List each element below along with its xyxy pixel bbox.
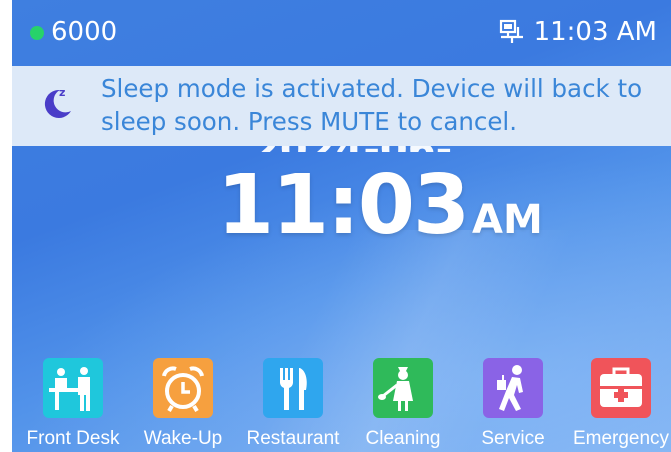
app-label: Emergency [572, 428, 670, 449]
app-service[interactable]: Service [453, 358, 573, 451]
housekeeper-icon [373, 358, 433, 418]
front-desk-icon [43, 358, 103, 418]
app-label: Service [481, 428, 545, 449]
app-emergency[interactable]: Emergency [561, 358, 671, 451]
account-status-dot [30, 26, 44, 40]
status-bar: 6000 11:03 AM [12, 0, 671, 64]
account-extension[interactable]: 6000 [51, 14, 117, 50]
clock-time: 11:03 [217, 158, 470, 253]
app-label: Cleaning [365, 428, 441, 449]
app-front-desk[interactable]: Front Desk [13, 358, 133, 451]
sleep-mode-notification[interactable]: z Sleep mode is activated. Device will b… [12, 66, 671, 146]
notification-message: Sleep mode is activated. Device will bac… [101, 74, 643, 136]
app-restaurant[interactable]: Restaurant [233, 358, 353, 451]
app-wake-up[interactable]: Wake-Up [123, 358, 243, 451]
app-label: Front Desk [26, 428, 120, 449]
alarm-clock-icon [153, 358, 213, 418]
app-dock: Front Desk Wake-Up Restaurant Cleaning S… [12, 358, 671, 452]
bellhop-icon [483, 358, 543, 418]
clock-display: 11:03 AM [217, 160, 543, 252]
svg-text:z: z [59, 86, 65, 99]
fork-knife-icon [263, 358, 323, 418]
clock-ampm: AM [472, 197, 543, 243]
first-aid-kit-icon [591, 358, 651, 418]
status-time: 11:03 AM [533, 17, 657, 47]
home-screen: 6000 11:03 AM 2024-06-22 11:03AM z Sleep… [12, 0, 671, 452]
app-cleaning[interactable]: Cleaning [343, 358, 463, 451]
network-icon [499, 19, 523, 43]
app-label: Restaurant [246, 428, 340, 449]
sleep-moon-icon: z [44, 86, 71, 118]
app-label: Wake-Up [143, 428, 223, 449]
